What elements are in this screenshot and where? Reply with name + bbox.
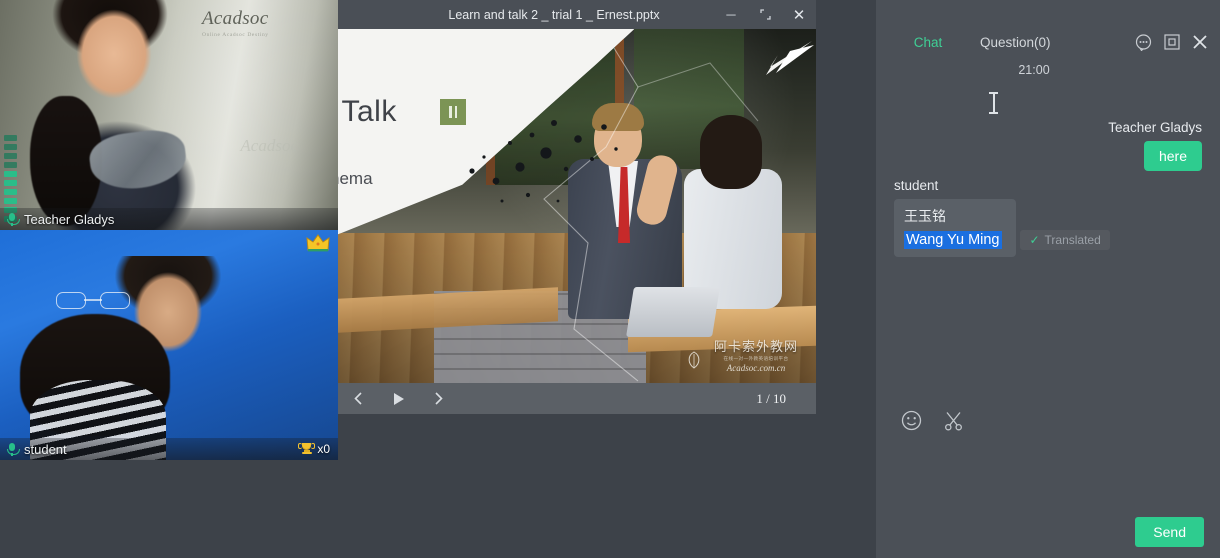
slide-counter: 1 / 10 [756, 391, 816, 407]
emoji-smiley-icon[interactable] [900, 409, 922, 431]
chat-message-list[interactable]: 21:00 Teacher Gladys here student 王玉铭 Wa… [876, 60, 1220, 390]
send-button[interactable]: Send [1135, 517, 1204, 547]
chevron-left-glyph [352, 391, 365, 406]
slide-title: d Talk [338, 95, 397, 129]
backdrop-brand-secondary: Acadsoc [240, 136, 298, 156]
student-video-tile[interactable]: student x0 [0, 230, 338, 460]
backdrop-brand-sub: Online Acadsoc Destiny [202, 32, 332, 38]
chevron-left-icon[interactable] [338, 383, 378, 414]
restore-glyph [760, 9, 771, 20]
slide-watermark: 阿卡索外教网 在线一对一外教英语培训平台 Acadsoc.com.cn [704, 336, 808, 373]
backdrop-brand: Acadsoc Online Acadsoc Destiny [202, 8, 332, 38]
slide-toolbar: 1 / 10 [338, 383, 816, 414]
close-icon[interactable]: ✕ [782, 0, 816, 29]
translated-badge: ✓ Translated [1020, 230, 1109, 250]
message-student: student 王玉铭 Wang Yu Ming ✓ Translated [894, 178, 1110, 257]
emoji-smiley-glyph [901, 410, 922, 431]
message-sender: Teacher Gladys [1108, 120, 1202, 135]
chat-timestamp: 21:00 [876, 63, 1220, 77]
chat-input-toolbar [876, 398, 1220, 442]
restore-icon[interactable] [748, 0, 782, 29]
restore-window-icon[interactable] [1163, 34, 1180, 51]
message-original-text: 王玉铭 [904, 206, 1006, 226]
desktop-background-right [816, 0, 876, 558]
pptx-window: Learn and talk 2 _ trial 1 _ Ernest.pptx… [338, 0, 816, 414]
trophy-counter: x0 [299, 442, 338, 457]
pptx-titlebar[interactable]: Learn and talk 2 _ trial 1 _ Ernest.pptx… [338, 0, 816, 29]
chat-bubble-glyph [1135, 34, 1152, 51]
close-icon[interactable] [1191, 34, 1208, 51]
trophy-icon [299, 442, 314, 457]
play-icon[interactable] [378, 383, 418, 414]
chat-header: Chat Question(0) [876, 26, 1220, 58]
pause-icon[interactable] [440, 99, 466, 125]
app-root: Acadsoc Online Acadsoc Destiny Acadsoc [0, 0, 1220, 558]
teacher-video-tile[interactable]: Acadsoc Online Acadsoc Destiny Acadsoc [0, 0, 338, 230]
slide-subtitle: nema [338, 169, 373, 189]
chevron-right-glyph [432, 391, 445, 406]
level-bar [4, 144, 17, 150]
level-bar [4, 189, 17, 195]
scissors-icon[interactable] [942, 409, 964, 431]
check-icon: ✓ [1029, 233, 1039, 247]
student-name: student [24, 442, 67, 457]
watermark-en: Acadsoc.com.cn [704, 363, 808, 373]
level-bar [4, 171, 17, 177]
chat-bubble-icon[interactable] [1135, 34, 1152, 51]
watermark-sub: 在线一对一外教英语培训平台 [704, 356, 808, 362]
level-bar [4, 198, 17, 204]
trophy-count: x0 [317, 442, 330, 456]
translated-label: Translated [1045, 233, 1101, 247]
tab-chat[interactable]: Chat [876, 35, 980, 50]
close-glyph [1192, 34, 1208, 50]
level-bar [4, 135, 17, 141]
slide-ink-splatter [458, 109, 638, 219]
play-glyph [391, 391, 406, 407]
level-bar [4, 180, 17, 186]
restore-window-glyph [1164, 34, 1180, 50]
watermark-cn: 阿卡索外教网 [704, 336, 808, 355]
backdrop-brand-text: Acadsoc [202, 8, 268, 29]
student-glasses [56, 292, 130, 308]
slide-arrow-icon [756, 39, 816, 81]
scissors-glyph [943, 410, 964, 431]
desktop-background-bottom [338, 414, 816, 558]
minimize-icon[interactable]: ─ [714, 0, 748, 29]
audio-level-meter [4, 118, 17, 222]
tab-question[interactable]: Question(0) [980, 35, 1051, 50]
text-cursor [989, 92, 998, 114]
chat-panel: Chat Question(0) [876, 0, 1220, 558]
chevron-right-icon[interactable] [418, 383, 458, 414]
message-sender: student [894, 178, 1110, 193]
message-translated-text[interactable]: Wang Yu Ming [904, 231, 1002, 249]
teacher-name: Teacher Gladys [24, 212, 114, 227]
chat-input[interactable] [876, 442, 1220, 516]
leaf-icon [686, 351, 702, 369]
student-tile-label: student x0 [0, 438, 338, 460]
video-column-filler [0, 460, 338, 558]
level-bar [4, 162, 17, 168]
chat-header-icons [1135, 34, 1220, 51]
level-bar [4, 153, 17, 159]
message-teacher: Teacher Gladys here [1108, 120, 1202, 171]
teacher-tile-label: Teacher Gladys [0, 208, 338, 230]
video-column: Acadsoc Online Acadsoc Destiny Acadsoc [0, 0, 338, 558]
microphone-icon [4, 441, 20, 457]
crown-icon [306, 234, 330, 252]
microphone-icon [4, 211, 20, 227]
pptx-title: Learn and talk 2 _ trial 1 _ Ernest.pptx [338, 8, 714, 22]
message-bubble[interactable]: 王玉铭 Wang Yu Ming [894, 199, 1016, 257]
message-bubble[interactable]: here [1144, 141, 1202, 171]
slide-area[interactable]: d Talk nema 阿卡索外教网 在线一对一外教英语培训平台 Acadsoc… [338, 29, 816, 383]
